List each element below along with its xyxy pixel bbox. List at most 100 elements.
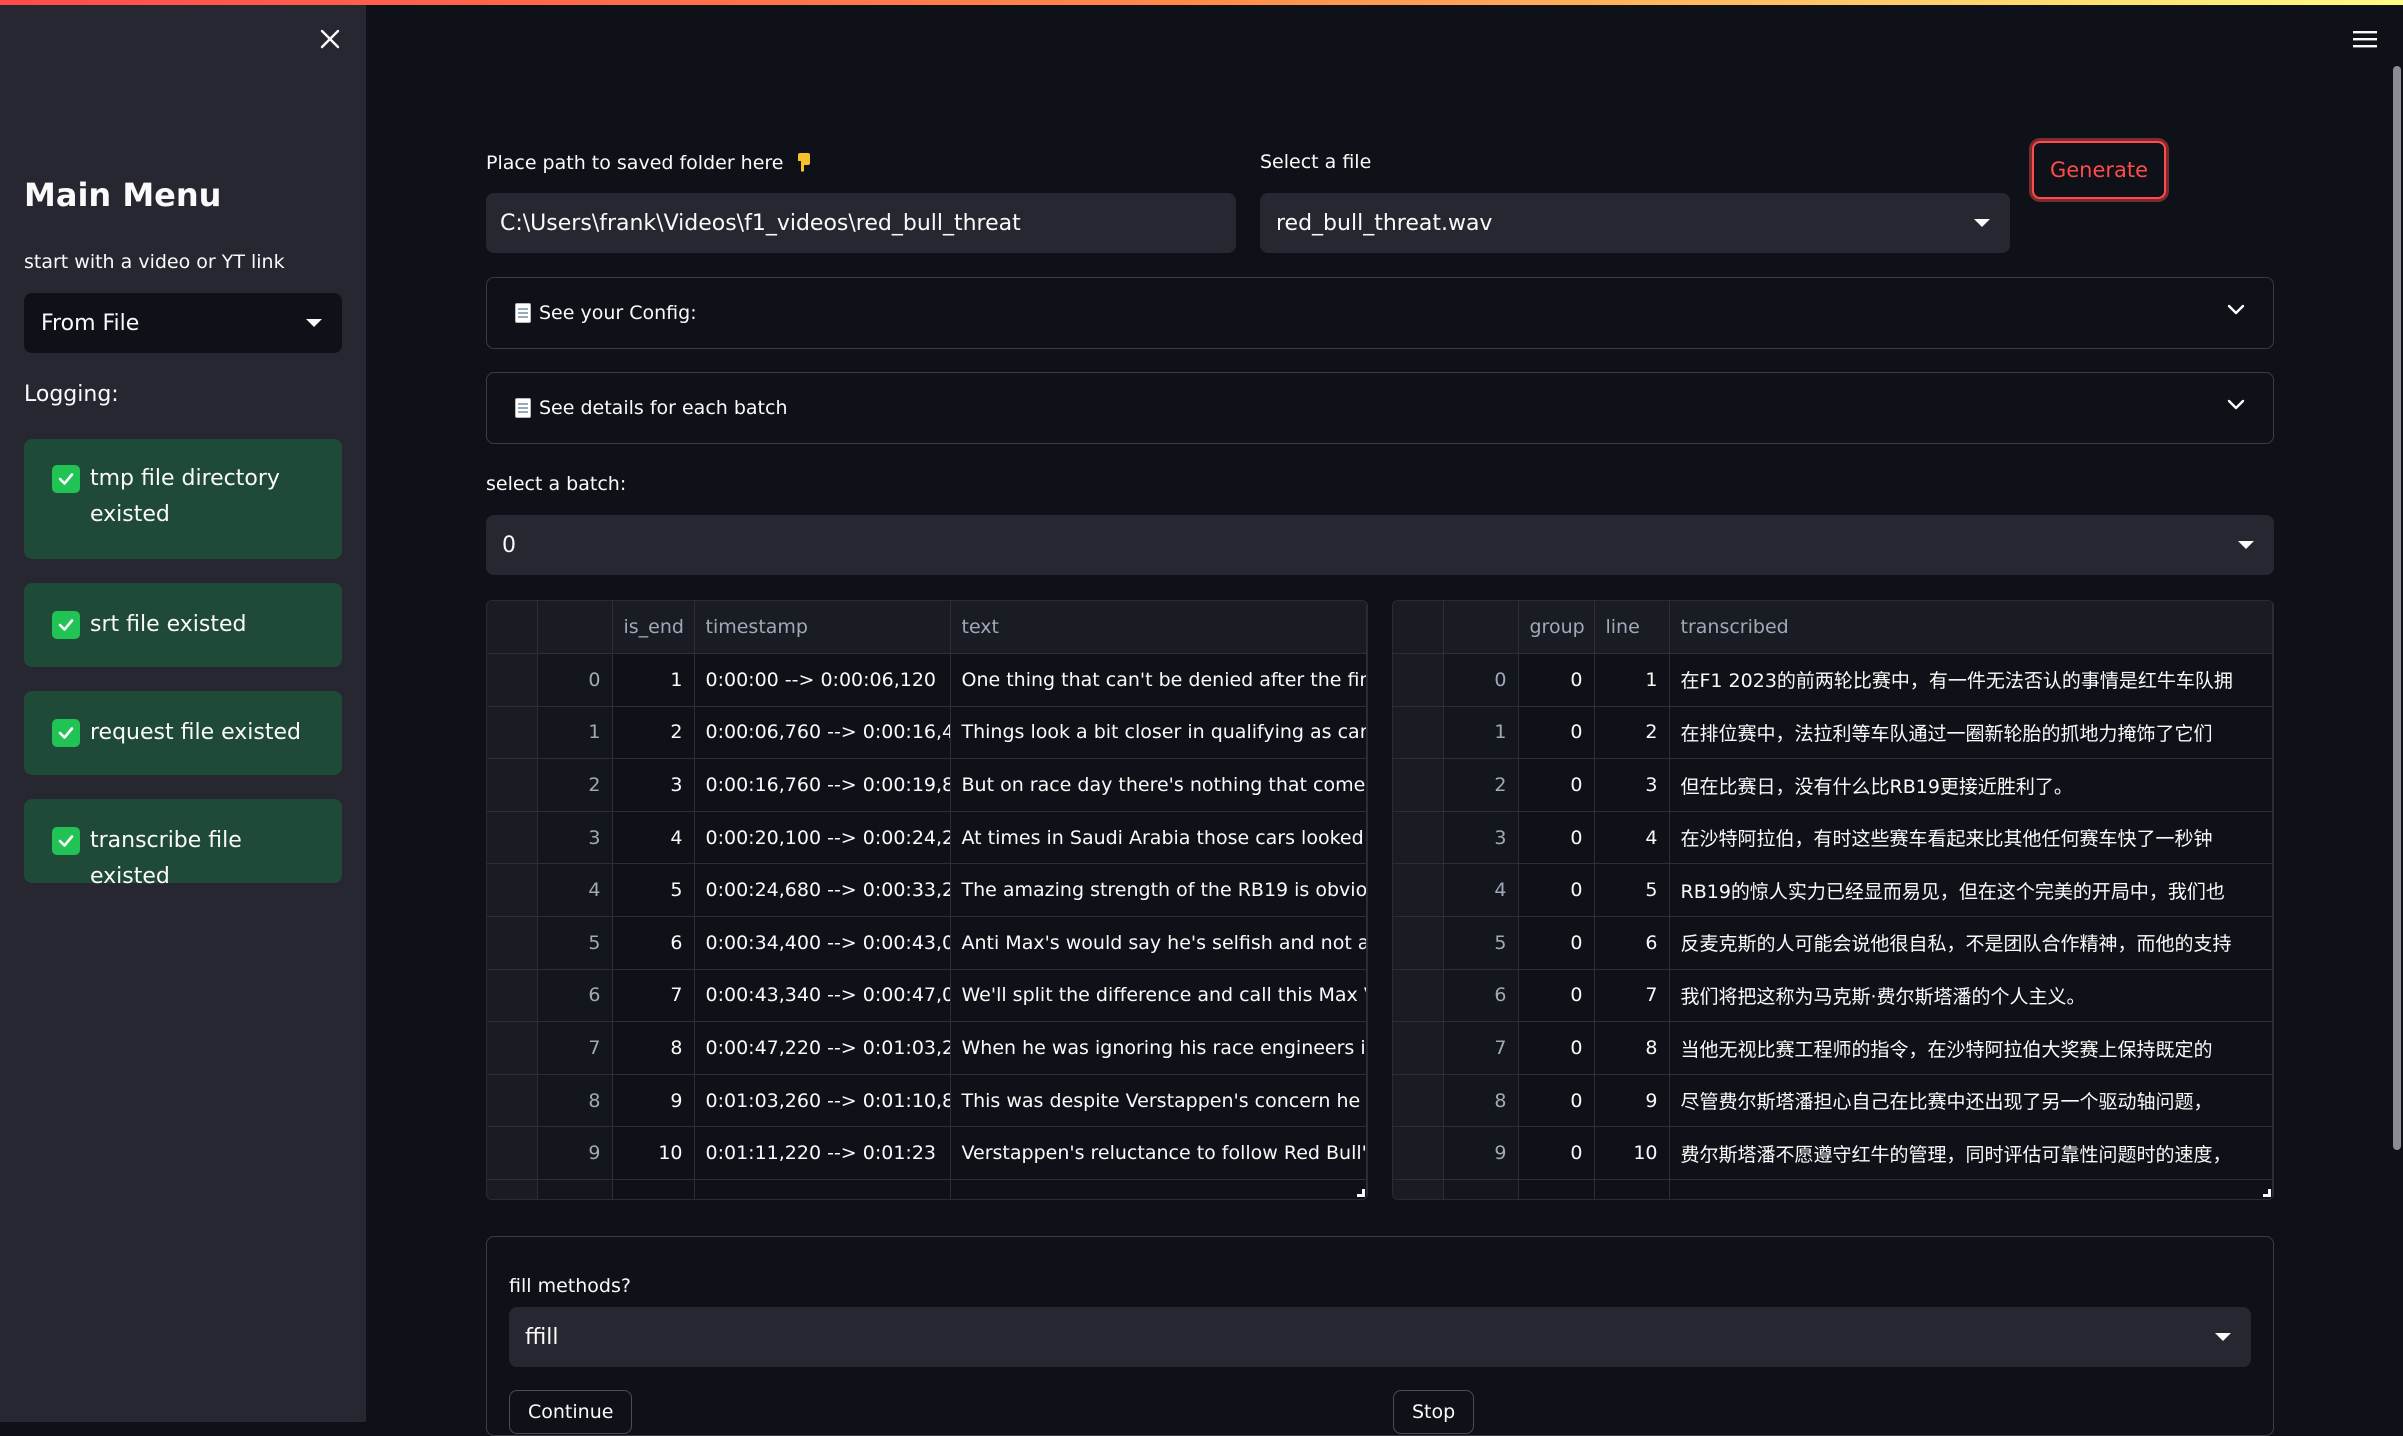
timestamp-cell[interactable]: 0:01:03,260 --> 0:01:10,840 <box>694 1074 951 1128</box>
transcribed-cell[interactable]: 但在比赛日，没有什么比RB19更接近胜利了。 <box>1669 758 2273 812</box>
table-row[interactable]: 3 0 4 在沙特阿拉伯，有时这些赛车看起来比其他任何赛车快了一秒钟 <box>1393 811 2273 865</box>
text-cell[interactable]: This was despite Verstappen's concern he… <box>950 1074 1367 1128</box>
file-select[interactable]: red_bull_threat.wav <box>1260 193 2010 253</box>
row-select-cell[interactable] <box>1393 863 1444 918</box>
timestamp-cell[interactable]: 0:00:43,340 --> 0:00:47,020 <box>694 969 951 1023</box>
group-cell[interactable]: 0 <box>1518 706 1595 760</box>
is-end-cell[interactable]: 5 <box>612 863 695 918</box>
text-cell[interactable]: When he was ignoring his race engineers … <box>950 1021 1367 1075</box>
line-cell[interactable]: 6 <box>1594 916 1670 970</box>
timestamp-cell[interactable] <box>694 1179 951 1199</box>
row-select-cell[interactable] <box>1393 758 1444 812</box>
table-row[interactable]: 120:00:06,760 --> 0:00:16,460Things look… <box>487 706 1367 760</box>
table-row[interactable]: 230:00:16,760 --> 0:00:19,820But on race… <box>487 758 1367 812</box>
transcribed-cell[interactable]: 反麦克斯的人可能会说他很自私，不是团队合作精神，而他的支持 <box>1669 916 2273 970</box>
row-select-cell[interactable] <box>487 1074 538 1128</box>
timestamp-cell[interactable]: 0:00:16,760 --> 0:00:19,820 <box>694 758 951 812</box>
group-cell[interactable] <box>1518 1179 1595 1199</box>
row-select-cell[interactable] <box>1393 1021 1444 1075</box>
line-cell[interactable]: 8 <box>1594 1021 1670 1075</box>
is-end-cell[interactable]: 7 <box>612 969 695 1023</box>
table-row[interactable] <box>487 1179 1367 1199</box>
text-cell[interactable]: We'll split the difference and call this… <box>950 969 1367 1023</box>
table-row[interactable]: 1 0 2 在排位赛中，法拉利等车队通过一圈新轮胎的抓地力掩饰了它们 <box>1393 706 2273 760</box>
table-row[interactable]: 670:00:43,340 --> 0:00:47,020We'll split… <box>487 969 1367 1023</box>
main-menu-button[interactable] <box>2352 28 2378 54</box>
close-sidebar-button[interactable] <box>313 22 347 56</box>
timestamp-cell[interactable]: 0:00:00 --> 0:00:06,120 <box>694 653 951 707</box>
transcribed-cell[interactable] <box>1669 1179 2273 1199</box>
transcribed-cell[interactable]: 尽管费尔斯塔潘担心自己在比赛中还出现了另一个驱动轴问题， <box>1669 1074 2273 1128</box>
timestamp-cell[interactable]: 0:00:20,100 --> 0:00:24,220 <box>694 811 951 865</box>
row-select-cell[interactable] <box>1393 969 1444 1023</box>
column-header[interactable] <box>487 601 538 655</box>
table-row[interactable]: 560:00:34,400 --> 0:00:43,080Anti Max's … <box>487 916 1367 970</box>
column-header[interactable]: line <box>1594 601 1670 655</box>
row-select-cell[interactable] <box>487 969 538 1023</box>
config-expander[interactable]: See your Config: <box>486 277 2274 349</box>
transcribed-dataframe[interactable]: group line transcribed 0 0 1 在F1 2023的前两轮比赛… <box>1392 600 2274 1200</box>
table-row[interactable]: 4 0 5 RB19的惊人实力已经显而易见，但在这个完美的开局中，我们也 <box>1393 863 2273 918</box>
is-end-cell[interactable]: 6 <box>612 916 695 970</box>
row-select-cell[interactable] <box>487 1126 538 1181</box>
row-select-cell[interactable] <box>487 863 538 918</box>
column-header[interactable] <box>537 601 613 655</box>
line-cell[interactable]: 7 <box>1594 969 1670 1023</box>
batch-select[interactable]: 0 <box>486 515 2274 575</box>
is-end-cell[interactable]: 1 <box>612 653 695 707</box>
group-cell[interactable]: 0 <box>1518 758 1595 812</box>
table-row[interactable]: 890:01:03,260 --> 0:01:10,840This was de… <box>487 1074 1367 1128</box>
line-cell[interactable]: 3 <box>1594 758 1670 812</box>
text-cell[interactable]: The amazing strength of the RB19 is obvi… <box>950 863 1367 918</box>
group-cell[interactable]: 0 <box>1518 1074 1595 1128</box>
line-cell[interactable]: 4 <box>1594 811 1670 865</box>
group-cell[interactable]: 0 <box>1518 1126 1595 1181</box>
group-cell[interactable]: 0 <box>1518 811 1595 865</box>
transcribed-cell[interactable]: 我们将把这称为马克斯·费尔斯塔潘的个人主义。 <box>1669 969 2273 1023</box>
group-cell[interactable]: 0 <box>1518 969 1595 1023</box>
group-cell[interactable]: 0 <box>1518 916 1595 970</box>
row-select-cell[interactable] <box>1393 1179 1444 1199</box>
folder-path-input[interactable] <box>486 193 1236 253</box>
line-cell[interactable]: 9 <box>1594 1074 1670 1128</box>
timestamp-cell[interactable]: 0:00:47,220 --> 0:01:03,260 <box>694 1021 951 1075</box>
source-select[interactable]: From File <box>24 293 342 353</box>
stop-button[interactable]: Stop <box>1393 1390 1475 1434</box>
table-row[interactable]: 9 0 10 费尔斯塔潘不愿遵守红牛的管理，同时评估可靠性问题时的速度， <box>1393 1126 2273 1181</box>
column-header[interactable]: transcribed <box>1669 601 2273 655</box>
row-select-cell[interactable] <box>487 811 538 865</box>
batch-details-expander[interactable]: See details for each batch <box>486 372 2274 444</box>
column-header[interactable]: is_end <box>612 601 695 655</box>
generate-button[interactable]: Generate <box>2032 141 2166 199</box>
scrollbar-thumb[interactable] <box>2393 66 2401 1150</box>
row-select-cell[interactable] <box>487 916 538 970</box>
transcribed-cell[interactable]: 在排位赛中，法拉利等车队通过一圈新轮胎的抓地力掩饰了它们 <box>1669 706 2273 760</box>
table-row[interactable]: 6 0 7 我们将把这称为马克斯·费尔斯塔潘的个人主义。 <box>1393 969 2273 1023</box>
is-end-cell[interactable] <box>612 1179 695 1199</box>
row-select-cell[interactable] <box>1393 916 1444 970</box>
group-cell[interactable]: 0 <box>1518 1021 1595 1075</box>
table-row[interactable] <box>1393 1179 2273 1199</box>
transcribed-cell[interactable]: 费尔斯塔潘不愿遵守红牛的管理，同时评估可靠性问题时的速度， <box>1669 1126 2273 1181</box>
timestamp-cell[interactable]: 0:00:06,760 --> 0:00:16,460 <box>694 706 951 760</box>
fill-methods-select[interactable]: ffill <box>509 1307 2251 1367</box>
is-end-cell[interactable]: 10 <box>612 1126 695 1181</box>
text-cell[interactable]: At times in Saudi Arabia those cars look… <box>950 811 1367 865</box>
text-cell[interactable]: Verstappen's reluctance to follow Red Bu… <box>950 1126 1367 1181</box>
table-row[interactable]: 340:00:20,100 --> 0:00:24,220At times in… <box>487 811 1367 865</box>
timestamp-cell[interactable]: 0:00:34,400 --> 0:00:43,080 <box>694 916 951 970</box>
timestamp-cell[interactable]: 0:00:24,680 --> 0:00:33,200 <box>694 863 951 918</box>
text-cell[interactable]: But on race day there's nothing that com… <box>950 758 1367 812</box>
line-cell[interactable]: 10 <box>1594 1126 1670 1181</box>
line-cell[interactable]: 1 <box>1594 653 1670 707</box>
row-select-cell[interactable] <box>487 1021 538 1075</box>
row-select-cell[interactable] <box>1393 1126 1444 1181</box>
row-select-cell[interactable] <box>487 706 538 760</box>
text-cell[interactable]: One thing that can't be denied after the… <box>950 653 1367 707</box>
group-cell[interactable]: 0 <box>1518 863 1595 918</box>
table-row[interactable]: 8 0 9 尽管费尔斯塔潘担心自己在比赛中还出现了另一个驱动轴问题， <box>1393 1074 2273 1128</box>
column-header[interactable]: text <box>950 601 1367 655</box>
text-cell[interactable] <box>950 1179 1367 1199</box>
row-select-cell[interactable] <box>1393 653 1444 707</box>
table-row[interactable]: 2 0 3 但在比赛日，没有什么比RB19更接近胜利了。 <box>1393 758 2273 812</box>
